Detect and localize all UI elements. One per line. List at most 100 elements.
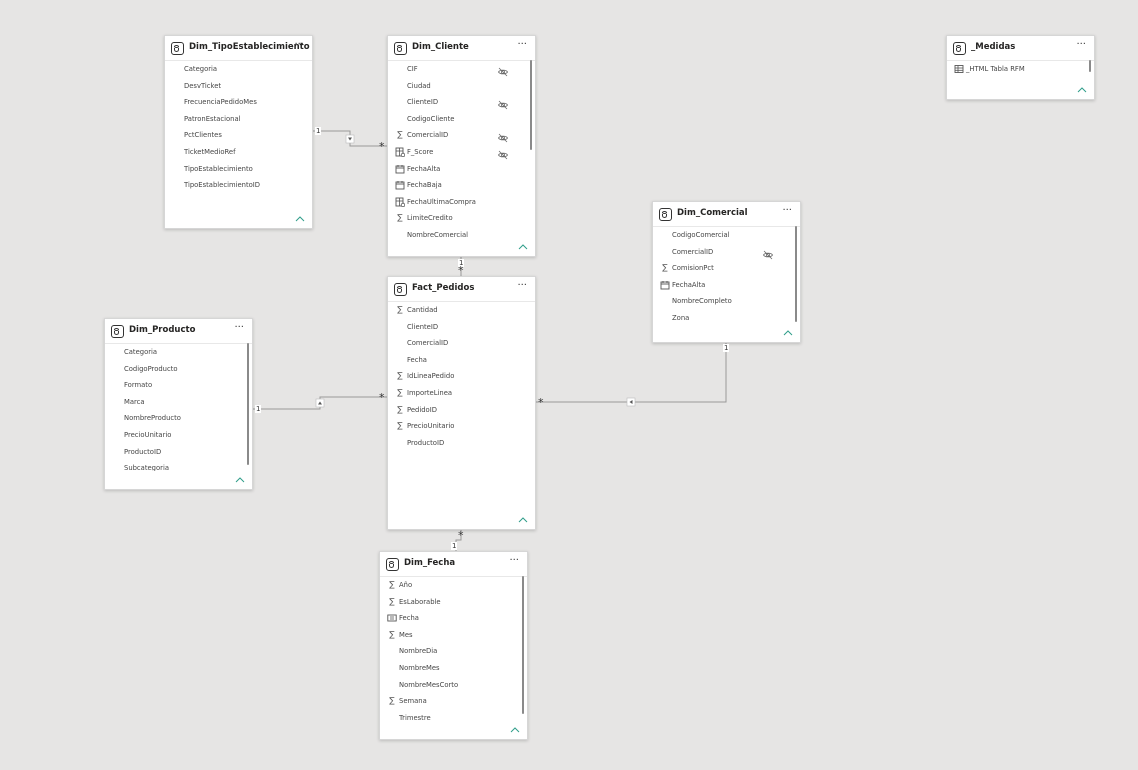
field-row[interactable]: Subcategoria xyxy=(105,460,240,471)
table-card-dim-tipo[interactable]: Dim_TipoEstablecimiento ··· Categoria DesvT… xyxy=(164,35,313,229)
model-canvas[interactable]: Dim_TipoEstablecimiento ··· Categoria DesvT… xyxy=(0,0,1138,770)
table-header[interactable]: Fact_Pedidos ··· xyxy=(388,277,535,301)
table-header[interactable]: Dim_TipoEstablecimiento ··· xyxy=(165,36,312,60)
field-row[interactable]: ∑ Año xyxy=(380,577,515,594)
more-options-icon[interactable]: ··· xyxy=(517,280,527,291)
more-options-icon[interactable]: ··· xyxy=(294,39,304,50)
field-row[interactable]: Ciudad xyxy=(388,78,523,95)
eye-hidden-icon[interactable] xyxy=(497,129,509,143)
collapse-chevron-icon[interactable] xyxy=(518,244,528,250)
field-row[interactable]: ComercialID xyxy=(653,244,788,261)
field-row[interactable]: ∑ PrecioUnitario xyxy=(388,418,523,435)
table-header[interactable]: Dim_Producto ··· xyxy=(105,319,252,343)
eye-hidden-icon[interactable] xyxy=(497,63,509,77)
eye-hidden-icon[interactable] xyxy=(497,96,509,110)
table-header[interactable]: _Medidas ··· xyxy=(947,36,1094,60)
field-row[interactable]: ClienteID xyxy=(388,94,523,111)
eye-hidden-icon[interactable] xyxy=(497,146,509,160)
field-row[interactable]: ∑ ImporteLinea xyxy=(388,385,523,402)
field-row[interactable]: Fecha xyxy=(380,610,515,627)
collapse-chevron-icon[interactable] xyxy=(235,477,245,483)
field-row[interactable]: FechaUltimaCompra xyxy=(388,194,523,211)
table-card-dim-cliente[interactable]: Dim_Cliente ··· CIF Ciudad ClienteID CodigoCl… xyxy=(387,35,536,257)
vertical-scrollbar[interactable] xyxy=(247,343,249,465)
table-card-medidas[interactable]: _Medidas ··· _HTML Tabla RFM xyxy=(946,35,1095,100)
field-row[interactable]: NombreComercial xyxy=(388,227,523,238)
relationship-line[interactable] xyxy=(313,130,387,147)
field-row[interactable]: ∑ LimiteCredito xyxy=(388,210,523,227)
table-header[interactable]: Dim_Cliente ··· xyxy=(388,36,535,60)
field-row[interactable]: CodigoComercial xyxy=(653,227,788,244)
more-options-icon[interactable]: ··· xyxy=(517,39,527,50)
field-row[interactable]: FechaBaja xyxy=(388,177,523,194)
field-row[interactable]: ∑ Semana xyxy=(380,693,515,710)
field-row[interactable]: ∑ PedidoID xyxy=(388,402,523,419)
field-row[interactable]: NombreDia xyxy=(380,643,515,660)
field-list[interactable]: CIF Ciudad ClienteID CodigoCliente ∑ Comercia… xyxy=(388,61,523,238)
field-row[interactable]: NombreMesCorto xyxy=(380,677,515,694)
collapse-chevron-icon[interactable] xyxy=(510,727,520,733)
field-row[interactable]: ∑ Cantidad xyxy=(388,302,523,319)
field-row[interactable]: ∑ ComisionPct xyxy=(653,260,788,277)
field-list[interactable]: CodigoComercial ComercialID ∑ ComisionPct Fe… xyxy=(653,227,788,324)
field-row[interactable]: Zona xyxy=(653,310,788,324)
more-options-icon[interactable]: ··· xyxy=(1076,39,1086,50)
field-row[interactable]: Categoria xyxy=(165,61,300,78)
vertical-scrollbar[interactable] xyxy=(530,60,532,150)
field-row[interactable]: ∑ Mes xyxy=(380,627,515,644)
field-row[interactable]: F_Score xyxy=(388,144,523,161)
field-row[interactable]: CodigoCliente xyxy=(388,111,523,128)
vertical-scrollbar[interactable] xyxy=(522,576,524,714)
more-options-icon[interactable]: ··· xyxy=(234,322,244,333)
collapse-chevron-icon[interactable] xyxy=(783,330,793,336)
table-header[interactable]: Dim_Comercial ··· xyxy=(653,202,800,226)
field-row[interactable]: _HTML Tabla RFM xyxy=(947,61,1082,78)
field-row[interactable]: FechaAlta xyxy=(388,161,523,178)
table-card-dim-fecha[interactable]: Dim_Fecha ··· ∑ Año ∑ EsLaborable Fecha ∑ Mes Nom… xyxy=(379,551,528,740)
field-row[interactable]: PrecioUnitario xyxy=(105,427,240,444)
field-row[interactable]: ProductoID xyxy=(105,444,240,461)
field-row[interactable]: TipoEstablecimiento xyxy=(165,161,300,178)
field-list[interactable]: ∑ Año ∑ EsLaborable Fecha ∑ Mes NombreDia Nombre… xyxy=(380,577,515,721)
field-row[interactable]: ClienteID xyxy=(388,319,523,336)
field-row[interactable]: PatronEstacional xyxy=(165,111,300,128)
field-row[interactable]: CodigoProducto xyxy=(105,361,240,378)
field-row[interactable]: FrecuenciaPedidoMes xyxy=(165,94,300,111)
relationship-line[interactable] xyxy=(536,343,727,403)
table-card-dim-producto[interactable]: Dim_Producto ··· Categoria CodigoProducto Fo… xyxy=(104,318,253,490)
field-row[interactable]: Marca xyxy=(105,394,240,411)
more-options-icon[interactable]: ··· xyxy=(782,205,792,216)
relationship-line[interactable] xyxy=(253,396,387,410)
field-row[interactable]: CIF xyxy=(388,61,523,78)
field-row[interactable]: NombreMes xyxy=(380,660,515,677)
field-row[interactable]: NombreCompleto xyxy=(653,293,788,310)
field-list[interactable]: _HTML Tabla RFM xyxy=(947,61,1082,81)
collapse-chevron-icon[interactable] xyxy=(518,517,528,523)
vertical-scrollbar[interactable] xyxy=(1089,60,1091,72)
field-row[interactable]: PctClientes xyxy=(165,127,300,144)
vertical-scrollbar[interactable] xyxy=(795,226,797,322)
field-row[interactable]: ComercialID xyxy=(388,335,523,352)
field-row[interactable]: Trimestre xyxy=(380,710,515,721)
field-row[interactable]: ProductoID xyxy=(388,435,523,452)
field-row[interactable]: TicketMedioRef xyxy=(165,144,300,161)
table-card-fact-pedidos[interactable]: Fact_Pedidos ··· ∑ Cantidad ClienteID Comerci… xyxy=(387,276,536,530)
eye-hidden-icon[interactable] xyxy=(762,246,774,259)
field-row[interactable]: DesvTicket xyxy=(165,78,300,95)
collapse-chevron-icon[interactable] xyxy=(295,216,305,222)
field-row[interactable]: TipoEstablecimientoID xyxy=(165,177,300,194)
field-list[interactable]: Categoria CodigoProducto Formato Marca Nombr… xyxy=(105,344,240,471)
table-header[interactable]: Dim_Fecha ··· xyxy=(380,552,527,576)
field-list[interactable]: ∑ Cantidad ClienteID ComercialID Fecha ∑ IdLin… xyxy=(388,302,523,511)
field-row[interactable]: NombreProducto xyxy=(105,410,240,427)
more-options-icon[interactable]: ··· xyxy=(509,555,519,566)
field-row[interactable]: Fecha xyxy=(388,352,523,369)
field-row[interactable]: ∑ ComercialID xyxy=(388,127,523,144)
collapse-chevron-icon[interactable] xyxy=(1077,87,1087,93)
field-row[interactable]: FechaAlta xyxy=(653,277,788,294)
table-card-dim-comercial[interactable]: Dim_Comercial ··· CodigoComercial Comercial… xyxy=(652,201,801,343)
field-row[interactable]: ∑ IdLineaPedido xyxy=(388,368,523,385)
field-row[interactable]: ∑ EsLaborable xyxy=(380,594,515,611)
field-row[interactable]: Categoria xyxy=(105,344,240,361)
field-list[interactable]: Categoria DesvTicket FrecuenciaPedidoMes Pa… xyxy=(165,61,300,210)
